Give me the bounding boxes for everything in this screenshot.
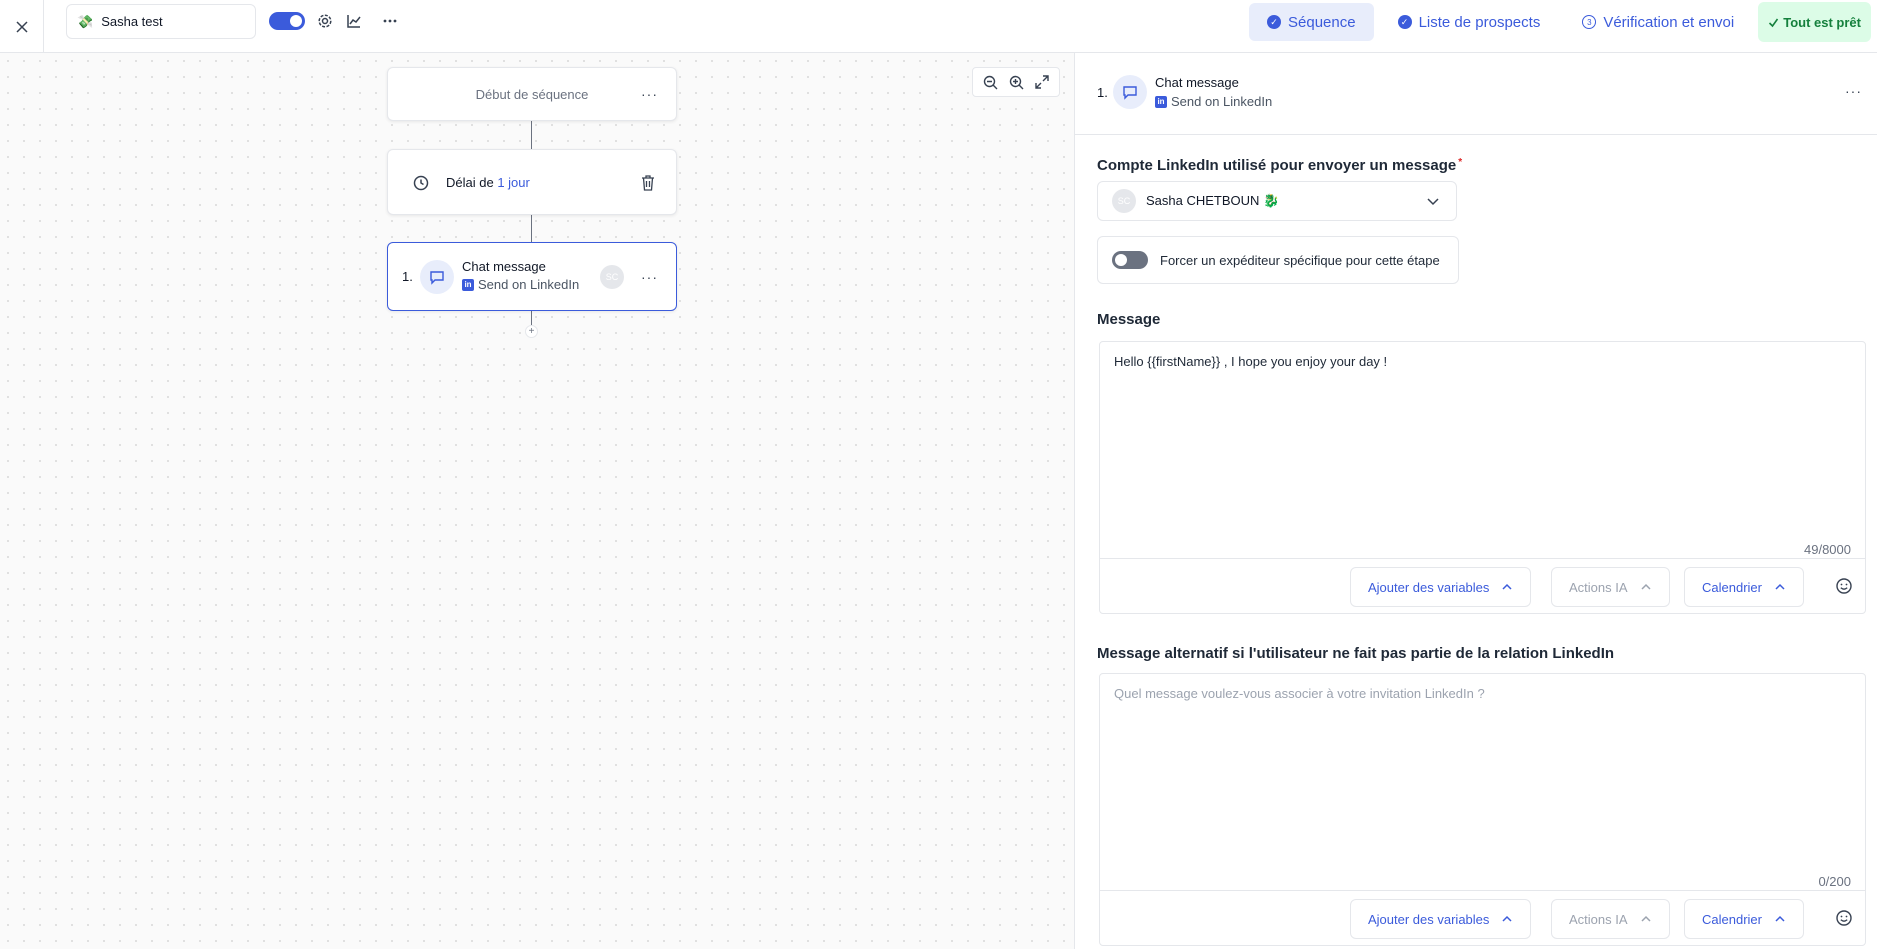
check-icon (1769, 18, 1779, 27)
chevron-up-icon (1775, 583, 1785, 590)
alt-message-label: Message alternatif si l'utilisateur ne f… (1097, 645, 1615, 662)
step-detail-panel: 1. Chat message in Send on LinkedIn ··· C… (1074, 53, 1877, 949)
button-label: Actions IA (1569, 579, 1628, 595)
chevron-up-icon (1641, 915, 1651, 922)
emoji-icon[interactable] (1835, 577, 1853, 595)
node-subtitle: in Send on LinkedIn (462, 277, 579, 292)
panel-title: Chat message (1155, 75, 1239, 90)
message-editor[interactable]: Hello {{firstName}} , I hope you enjoy y… (1099, 341, 1866, 614)
alt-message-char-count: 0/200 (1818, 874, 1851, 889)
connector-line (531, 215, 532, 242)
ai-actions-button[interactable]: Actions IA (1551, 567, 1670, 607)
alt-message-toolbar: Ajouter des variables Actions IA Calendr… (1100, 890, 1865, 946)
delay-prefix: Délai de (446, 175, 494, 190)
step-number: 1. (402, 269, 413, 284)
add-variables-button[interactable]: Ajouter des variables (1350, 899, 1532, 939)
button-label: Calendrier (1702, 579, 1762, 595)
add-variables-button[interactable]: Ajouter des variables (1350, 567, 1532, 607)
more-options-icon[interactable]: ··· (1845, 83, 1862, 99)
chevron-up-icon (1641, 583, 1651, 590)
alt-message-editor[interactable]: Quel message voulez-vous associer à votr… (1099, 673, 1866, 946)
fit-view-icon[interactable] (1034, 74, 1050, 90)
chevron-up-icon (1502, 583, 1512, 590)
tab-verification[interactable]: 3 Vérification et envoi (1564, 3, 1752, 41)
alt-message-placeholder[interactable]: Quel message voulez-vous associer à votr… (1114, 686, 1485, 701)
more-options-icon[interactable] (381, 12, 399, 30)
chevron-up-icon (1775, 915, 1785, 922)
chevron-down-icon (1427, 198, 1439, 206)
chat-bubble-icon (1113, 75, 1147, 109)
account-name: Sasha CHETBOUN 🐉 (1146, 193, 1280, 208)
check-circle-icon: ✓ (1267, 15, 1282, 29)
force-sender-row: Forcer un expéditeur spécifique pour cet… (1097, 236, 1459, 284)
emoji-icon[interactable] (1835, 909, 1853, 927)
sequence-start-node[interactable]: Début de séquence ··· (387, 67, 677, 121)
clock-icon (413, 175, 429, 191)
delay-value[interactable]: 1 jour (497, 175, 530, 190)
tab-label: Vérification et envoi (1603, 13, 1735, 31)
account-label-text: Compte LinkedIn utilisé pour envoyer un … (1097, 157, 1457, 174)
chevron-up-icon (1502, 915, 1512, 922)
zoom-out-icon[interactable] (982, 74, 998, 90)
message-toolbar: Ajouter des variables Actions IA Calendr… (1100, 558, 1865, 614)
zoom-in-icon[interactable] (1008, 74, 1024, 90)
add-step-button[interactable]: + (525, 325, 538, 338)
connector-line (531, 311, 532, 325)
linkedin-icon: in (462, 278, 474, 291)
ready-label: Tout est prêt (1783, 14, 1861, 30)
required-mark: * (1458, 157, 1463, 168)
message-label: Message (1097, 311, 1161, 328)
gear-icon[interactable] (316, 12, 334, 30)
message-char-count: 49/8000 (1804, 542, 1851, 557)
close-button[interactable] (0, 0, 44, 53)
step-number-icon: 3 (1582, 15, 1597, 29)
delay-node[interactable]: Délai de 1 jour (387, 149, 677, 215)
panel-subtitle-text: Send on LinkedIn (1171, 94, 1273, 109)
tab-label: Séquence (1288, 13, 1356, 31)
avatar: SC (1112, 189, 1136, 213)
force-sender-toggle[interactable] (1112, 251, 1148, 269)
panel-subtitle: in Send on LinkedIn (1155, 94, 1272, 109)
money-emoji-icon: 💸 (77, 13, 94, 29)
ready-status-badge: Tout est prêt (1758, 2, 1871, 42)
chat-bubble-icon (420, 260, 454, 294)
tab-prospect-list[interactable]: ✓ Liste de prospects (1380, 3, 1559, 41)
x-icon (15, 20, 28, 33)
calendar-button[interactable]: Calendrier (1684, 567, 1804, 607)
sequence-canvas[interactable]: Début de séquence ··· Délai de 1 jour 1.… (0, 53, 1074, 949)
node-subtitle-text: Send on LinkedIn (478, 277, 580, 292)
tab-label: Liste de prospects (1418, 13, 1541, 31)
more-options-icon[interactable]: ··· (641, 269, 658, 285)
button-label: Ajouter des variables (1368, 911, 1490, 927)
analytics-chart-icon[interactable] (345, 12, 363, 30)
button-label: Calendrier (1702, 911, 1762, 927)
panel-header: 1. Chat message in Send on LinkedIn ··· (1075, 53, 1877, 135)
zoom-toolbar (972, 67, 1060, 97)
step-tabs: ✓ Séquence ✓ Liste de prospects 3 Vérifi… (1249, 2, 1871, 42)
sequence-name-field[interactable]: 💸 Sasha test (66, 4, 256, 39)
more-options-icon[interactable]: ··· (641, 86, 658, 102)
message-text[interactable]: Hello {{firstName}} , I hope you enjoy y… (1114, 354, 1387, 369)
account-field-label: Compte LinkedIn utilisé pour envoyer un … (1097, 157, 1462, 174)
check-circle-icon: ✓ (1397, 15, 1412, 29)
avatar: SC (600, 265, 624, 289)
calendar-button[interactable]: Calendrier (1684, 899, 1804, 939)
force-sender-label: Forcer un expéditeur spécifique pour cet… (1160, 252, 1440, 268)
linkedin-icon: in (1155, 95, 1167, 108)
chat-message-node[interactable]: 1. Chat message in Send on LinkedIn SC ··… (387, 242, 677, 311)
sequence-name: Sasha test (101, 14, 163, 29)
ai-actions-button[interactable]: Actions IA (1551, 899, 1670, 939)
step-number: 1. (1097, 85, 1108, 100)
connector-line (531, 121, 532, 149)
button-label: Actions IA (1569, 911, 1628, 927)
linkedin-account-select[interactable]: SC Sasha CHETBOUN 🐉 (1097, 181, 1457, 221)
sequence-active-toggle[interactable] (269, 12, 305, 30)
node-title: Chat message (462, 259, 546, 274)
delay-label: Délai de 1 jour (446, 175, 530, 190)
start-label: Début de séquence (475, 86, 589, 102)
tab-sequence[interactable]: ✓ Séquence (1249, 3, 1374, 41)
button-label: Ajouter des variables (1368, 579, 1490, 595)
trash-icon[interactable] (640, 174, 656, 192)
top-bar: 💸 Sasha test ✓ Séquence ✓ Liste de prosp… (0, 0, 1877, 53)
